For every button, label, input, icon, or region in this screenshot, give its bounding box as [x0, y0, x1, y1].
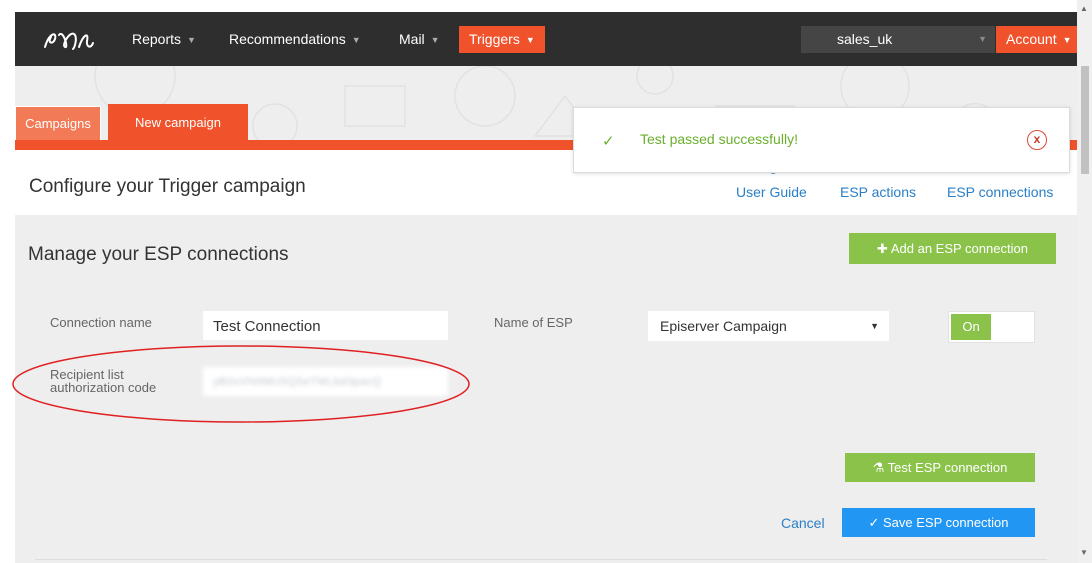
- nav-recommendations-label: Recommendations: [229, 31, 346, 47]
- nav-triggers[interactable]: Triggers ▼: [459, 26, 545, 53]
- check-icon: ✓: [602, 133, 615, 150]
- success-toast: ✓ Test passed successfully! x: [573, 107, 1070, 173]
- user-guide-link[interactable]: User Guide: [736, 184, 807, 200]
- connection-name-label: Connection name: [50, 315, 152, 330]
- toggle-on-label: On: [951, 314, 991, 340]
- account-label: Account: [1006, 31, 1057, 47]
- account-menu[interactable]: Account ▼: [996, 26, 1077, 53]
- check-icon: ✓: [868, 515, 883, 530]
- chevron-down-icon: ▼: [978, 34, 987, 44]
- esp-name-label: Name of ESP: [494, 315, 573, 330]
- nav-mail-label: Mail: [399, 31, 425, 47]
- tenant-select[interactable]: sales_uk ▼: [801, 26, 995, 53]
- add-esp-connection-label: Add an ESP connection: [890, 241, 1028, 256]
- flask-icon: ⚗: [872, 460, 888, 475]
- tab-new-campaign[interactable]: New campaign: [108, 104, 248, 142]
- nav-recommendations[interactable]: Recommendations ▼: [229, 12, 361, 66]
- chevron-down-icon: ▼: [430, 35, 440, 46]
- chevron-down-icon: ▼: [187, 35, 196, 46]
- epi-logo[interactable]: [43, 27, 107, 53]
- chevron-down-icon: ▼: [351, 35, 361, 46]
- esp-actions-link[interactable]: ESP actions: [840, 184, 916, 200]
- scroll-down-icon[interactable]: ▼: [1080, 548, 1088, 557]
- test-esp-connection-button[interactable]: ⚗ Test ESP connection: [845, 453, 1035, 482]
- add-esp-connection-button[interactable]: ✚ Add an ESP connection: [849, 233, 1056, 264]
- esp-select[interactable]: Episerver Campaign ▼: [648, 311, 889, 341]
- test-esp-connection-label: Test ESP connection: [887, 460, 1008, 475]
- tenant-label: sales_uk: [837, 31, 893, 47]
- nav-mail[interactable]: Mail ▼: [399, 12, 440, 66]
- save-esp-connection-label: Save ESP connection: [883, 515, 1009, 530]
- top-navigation: Reports ▼ Recommendations ▼ Mail ▼ Triggers…: [15, 12, 1077, 66]
- chevron-down-icon: ▼: [870, 321, 879, 331]
- active-toggle[interactable]: On: [948, 311, 1035, 343]
- toast-message: Test passed successfully!: [640, 131, 798, 147]
- chevron-down-icon: ▼: [525, 34, 535, 45]
- plus-icon: ✚: [877, 241, 891, 256]
- save-esp-connection-button[interactable]: ✓ Save ESP connection: [842, 508, 1035, 537]
- close-icon[interactable]: x: [1027, 130, 1047, 150]
- page-title: Configure your Trigger campaign: [29, 176, 306, 197]
- nav-reports[interactable]: Reports ▼: [132, 12, 196, 66]
- scroll-up-icon[interactable]: ▲: [1080, 4, 1088, 13]
- chevron-down-icon: ▼: [1062, 34, 1072, 45]
- connection-name-input[interactable]: Test Connection: [203, 311, 448, 340]
- tab-campaigns[interactable]: Campaigns: [15, 106, 101, 140]
- auth-code-label: Recipient list authorization code: [50, 368, 156, 394]
- esp-select-value: Episerver Campaign: [660, 318, 787, 334]
- nav-reports-label: Reports: [132, 31, 182, 47]
- auth-code-label-line2: authorization code: [50, 380, 157, 395]
- auth-code-input[interactable]: yB0uVN9MU5Q5eTMLbd3pacQ: [203, 367, 448, 396]
- section-title: Manage your ESP connections: [28, 244, 289, 265]
- esp-connections-link[interactable]: ESP connections: [947, 184, 1053, 200]
- cancel-link[interactable]: Cancel: [781, 515, 825, 531]
- nav-triggers-label: Triggers: [469, 31, 520, 47]
- divider: [35, 559, 1047, 560]
- scrollbar-thumb[interactable]: [1081, 66, 1089, 174]
